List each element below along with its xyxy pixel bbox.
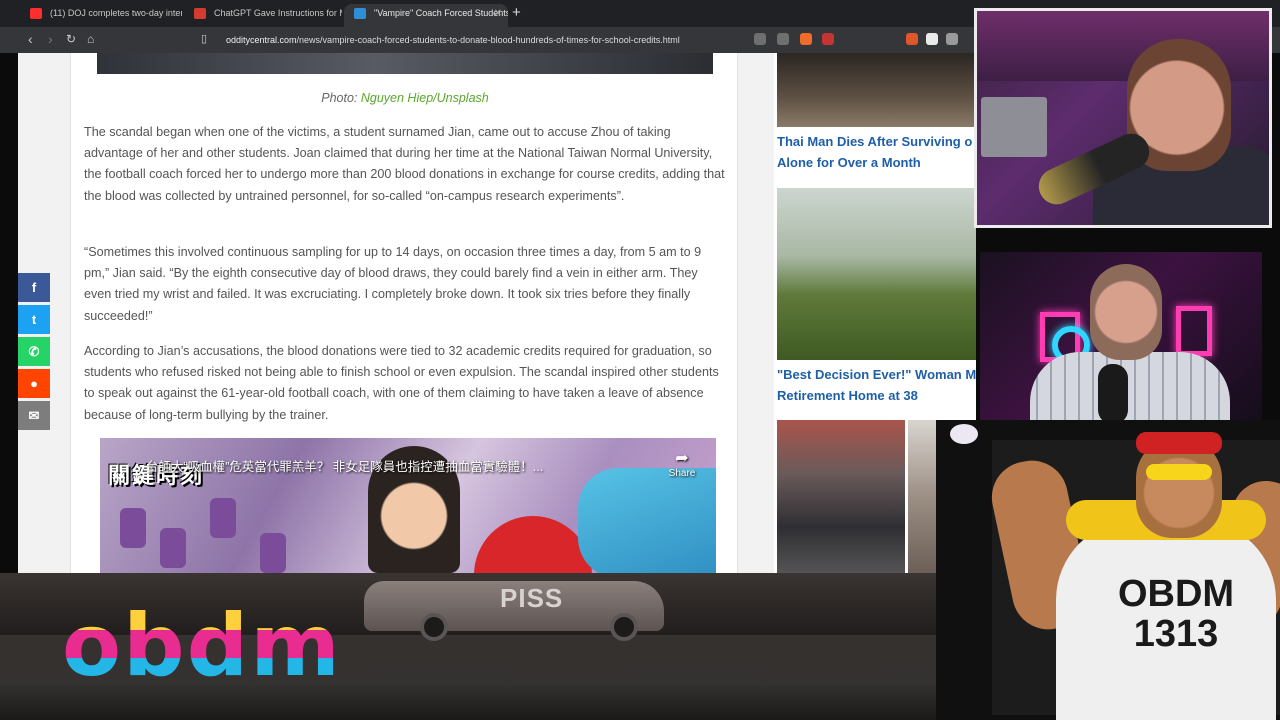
tab-label: (11) DOJ completes two-day intervie [50, 8, 182, 18]
tab-label: "Vampire" Coach Forced Students [374, 8, 508, 18]
test-tube-graphic [160, 528, 186, 568]
facebook-icon: f [31, 280, 37, 295]
related-title-line: Alone for Over a Month [777, 155, 921, 170]
share-arrow-icon: ➦ [675, 450, 689, 467]
tab-doj[interactable]: (11) DOJ completes two-day intervie [20, 4, 182, 27]
shirt-text: OBDM 1313 [1076, 574, 1276, 654]
url-path: /news/vampire-coach-forced-students-to-d… [296, 35, 680, 45]
rewards-icon[interactable] [822, 33, 834, 45]
tab-chatgpt[interactable]: ChatGPT Gave Instructions for Murde [184, 4, 342, 27]
puzzle-icon[interactable] [946, 33, 958, 45]
youtube-embed[interactable]: 關鍵時刻 台師大“吸血權”危英當代罪羔羊？ 非女足隊員也指控遭抽血當實驗體！..… [100, 438, 716, 573]
whatsapp-share-button[interactable]: ✆ [18, 337, 50, 366]
address-bar[interactable]: odditycentral.com/news/vampire-coach-for… [226, 31, 742, 49]
avatar [950, 424, 978, 444]
url-host: odditycentral.com [226, 35, 297, 45]
glove-graphic [578, 468, 716, 573]
wheel-graphic [610, 613, 638, 641]
email-share-button[interactable]: ✉ [18, 401, 50, 430]
photo-caption: Photo: Nguyen Hiep/Unsplash [71, 91, 739, 105]
related-image-field[interactable] [777, 188, 976, 360]
home-icon[interactable]: ⌂ [87, 31, 94, 48]
related-title-line: Retirement Home at 38 [777, 388, 918, 403]
article-photo [97, 53, 713, 74]
new-tab-icon[interactable]: + [512, 4, 521, 22]
laptop-graphic [981, 97, 1047, 157]
shirt-text-line: OBDM [1117, 573, 1235, 615]
person-head [1090, 264, 1162, 360]
bandana-graphic [1136, 432, 1222, 454]
tab-label: ChatGPT Gave Instructions for Murde [214, 8, 342, 18]
web-page: Photo: Nguyen Hiep/Unsplash The scandal … [18, 53, 976, 573]
article-paragraph: The scandal began when one of the victim… [84, 125, 725, 203]
car-sign-text: PISS [500, 583, 564, 613]
reddit-icon: ● [30, 376, 38, 391]
related-title[interactable]: Thai Man Dies After Surviving o Alone fo… [777, 131, 976, 173]
extension-icon[interactable] [906, 33, 918, 45]
twitter-share-button[interactable]: t [18, 305, 50, 334]
video-share-button[interactable]: ➦ Share [662, 450, 702, 479]
wheel-graphic [420, 613, 448, 641]
brave-shield-icon[interactable] [800, 33, 812, 45]
shirt-text-line: 1313 [1133, 613, 1219, 655]
bookmark-icon[interactable]: ▯ [201, 31, 207, 48]
webcam-host-2 [980, 252, 1262, 434]
facebook-share-button[interactable]: f [18, 273, 50, 302]
caption-link[interactable]: Nguyen Hiep/Unsplash [361, 91, 489, 105]
article-paragraph: According to Jian’s accusations, the blo… [84, 344, 719, 422]
sunglasses-graphic [1146, 464, 1212, 480]
tab-vampire-coach[interactable]: "Vampire" Coach Forced Students ✕ [344, 4, 508, 27]
test-tube-graphic [210, 498, 236, 538]
caption-prefix: Photo: [321, 91, 361, 105]
related-image-car[interactable] [777, 420, 905, 573]
reader-mode-icon[interactable] [754, 33, 766, 45]
neon-sign [1176, 306, 1212, 356]
reload-icon[interactable]: ↻ [66, 31, 76, 48]
article-body: Photo: Nguyen Hiep/Unsplash The scandal … [70, 53, 738, 573]
related-title-line: "Best Decision Ever!" Woman M [777, 367, 976, 382]
microphone-icon [1098, 364, 1128, 424]
twitter-icon: t [31, 312, 37, 327]
test-tube-graphic [260, 533, 286, 573]
whatsapp-icon: ✆ [28, 344, 40, 359]
related-title[interactable]: "Best Decision Ever!" Woman M Retirement… [777, 364, 976, 406]
back-icon[interactable]: ‹ [28, 31, 33, 48]
site-favicon-icon [354, 8, 366, 19]
obdm-logo: obdm [62, 596, 372, 696]
webcam-host-1 [974, 8, 1272, 228]
related-image-bottles[interactable] [777, 53, 976, 127]
article-paragraph: “Sometimes this involved continuous samp… [84, 245, 702, 323]
share-page-icon[interactable] [777, 33, 789, 45]
reddit-share-button[interactable]: ● [18, 369, 50, 398]
site-favicon-icon [194, 8, 206, 19]
screen: (11) DOJ completes two-day intervie Chat… [0, 0, 1280, 720]
prohibition-sign-graphic [474, 516, 592, 573]
forward-icon[interactable]: › [48, 31, 53, 48]
youtube-icon [30, 8, 42, 19]
extension-icon[interactable] [926, 33, 938, 45]
social-share-bar: f t ✆ ● ✉ [18, 273, 50, 433]
email-icon: ✉ [28, 408, 40, 423]
related-title-line: Thai Man Dies After Surviving o [777, 134, 973, 149]
close-tab-icon[interactable]: ✕ [494, 4, 502, 23]
wrestler-graphic: OBDM 1313 [936, 420, 1280, 720]
share-label: Share [668, 468, 696, 479]
test-tube-graphic [120, 508, 146, 548]
video-title[interactable]: 台師大“吸血權”危英當代罪羔羊？ 非女足隊員也指控遭抽血當實驗體！... [146, 456, 646, 475]
